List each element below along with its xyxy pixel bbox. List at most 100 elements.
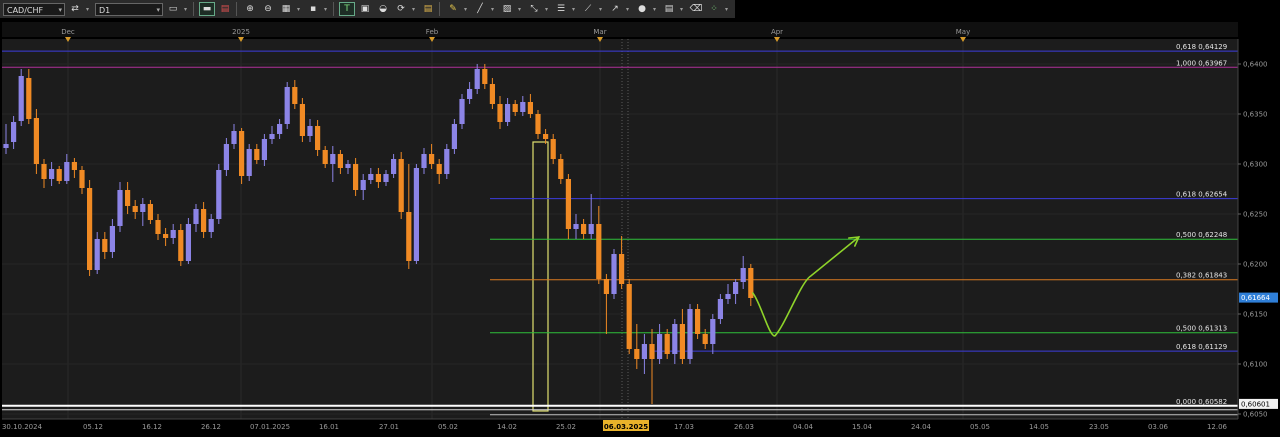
refresh-icon[interactable]: ⟳ <box>393 2 409 16</box>
symbol-select[interactable]: CAD/CHF ▾ <box>3 2 65 16</box>
dropdown-arrow-icon[interactable]: ▾ <box>321 2 330 16</box>
dropdown-arrow-icon[interactable]: ▾ <box>623 2 632 16</box>
chevron-down-icon: ▾ <box>58 5 62 14</box>
candle-body <box>277 124 283 134</box>
candle-body <box>489 84 495 104</box>
month-label: May <box>956 28 970 36</box>
candle-body <box>208 219 214 232</box>
dropdown-arrow-icon[interactable]: ▾ <box>181 2 190 16</box>
date-axis-label: 27.01 <box>379 423 399 431</box>
bar-chart-icon[interactable]: ▬ <box>199 2 215 16</box>
date-axis-label: 25.02 <box>556 423 576 431</box>
dropdown-arrow-icon[interactable]: ▾ <box>409 2 418 16</box>
line-tools-icon[interactable]: ╱ <box>472 2 488 16</box>
dropdown-arrow-icon[interactable]: ▾ <box>294 2 303 16</box>
candle-body <box>596 224 602 279</box>
candle-body <box>345 164 351 168</box>
arrow-tools-icon[interactable]: ↗ <box>607 2 623 16</box>
symbol-value: CAD/CHF <box>7 5 44 15</box>
dropdown-arrow-icon[interactable]: ▾ <box>677 2 686 16</box>
zoom-out-icon[interactable]: ⊖ <box>260 2 276 16</box>
chevron-down-icon: ▾ <box>156 5 160 14</box>
month-label: Feb <box>426 28 439 36</box>
shapes-icon[interactable]: ⟋ <box>580 2 596 16</box>
date-axis-label: 16.01 <box>319 423 339 431</box>
price-axis-label: 0,6350 <box>1243 111 1268 119</box>
candle-chart-icon[interactable]: ▤ <box>217 2 233 16</box>
dropdown-arrow-icon[interactable]: ▾ <box>542 2 551 16</box>
price-axis-label: 0,6050 <box>1243 411 1268 419</box>
candle-body <box>360 180 366 190</box>
candle-body <box>87 188 93 270</box>
dropdown-arrow-icon[interactable]: ▾ <box>722 2 731 16</box>
candle-body <box>56 169 62 181</box>
template-icon[interactable]: ▣ <box>357 2 373 16</box>
dropdown-arrow-icon[interactable]: ▾ <box>461 2 470 16</box>
candle-body <box>611 254 617 294</box>
price-axis-label: 0,6200 <box>1243 261 1268 269</box>
channel-icon[interactable]: ▨ <box>499 2 515 16</box>
marker-icon[interactable]: ▪ <box>305 2 321 16</box>
date-axis-label: 15.04 <box>852 423 873 431</box>
timeframe-select[interactable]: D1 ▾ <box>95 2 163 16</box>
month-label: Apr <box>771 28 783 36</box>
candle-body <box>3 144 9 148</box>
fib-level-label: 0,000 0,60582 <box>1176 398 1227 406</box>
color-icon[interactable]: ▤ <box>420 2 436 16</box>
fibonacci-icon[interactable]: ☰ <box>553 2 569 16</box>
candle-body <box>18 76 24 121</box>
candle-body <box>413 168 419 261</box>
grid-icon[interactable]: ▦ <box>278 2 294 16</box>
candle-body <box>406 212 412 261</box>
text-icon[interactable]: T <box>339 2 355 16</box>
date-axis-label: 14.05 <box>1029 423 1049 431</box>
candle-body <box>307 126 313 136</box>
month-label: Dec <box>61 28 75 36</box>
candle-body <box>588 224 594 234</box>
candle-body <box>11 122 17 142</box>
month-strip <box>2 22 1238 37</box>
candle-body <box>459 99 465 124</box>
candle-body <box>505 104 511 122</box>
price-chart[interactable]: Dec 2025 Feb Mar Apr May 0,618 0,64129 1,000 0… <box>0 18 1280 437</box>
candle-body <box>740 268 746 282</box>
dropdown-arrow-icon[interactable]: ▾ <box>569 2 578 16</box>
lines-list-icon[interactable]: ▤ <box>661 2 677 16</box>
candle-body <box>603 279 609 294</box>
chart-type-icon[interactable]: ▭ <box>165 2 181 16</box>
candle-body <box>26 78 32 119</box>
erase-icon[interactable]: ⌫ <box>688 2 704 16</box>
candle-body <box>132 206 138 212</box>
date-axis-label: 23.05 <box>1089 423 1109 431</box>
month-label: Mar <box>593 28 606 36</box>
gann-icon[interactable]: ⤡ <box>526 2 542 16</box>
candle-body <box>201 209 207 232</box>
candle-body <box>125 190 131 206</box>
candle-body <box>292 87 298 104</box>
dropdown-arrow-icon[interactable]: ▾ <box>488 2 497 16</box>
candle-body <box>49 169 55 179</box>
zoom-in-icon[interactable]: ⊕ <box>242 2 258 16</box>
indicators-icon[interactable]: ◒ <box>375 2 391 16</box>
more-icon[interactable]: ⁘ <box>706 2 722 16</box>
date-axis-label: 07.01.2025 <box>250 423 290 431</box>
candle-body <box>687 309 693 359</box>
pencil-icon[interactable]: ✎ <box>445 2 461 16</box>
dropdown-arrow-icon[interactable]: ▾ <box>83 2 92 16</box>
dropdown-arrow-icon[interactable]: ▾ <box>596 2 605 16</box>
dropdown-arrow-icon[interactable]: ▾ <box>515 2 524 16</box>
candle-body <box>398 159 404 212</box>
new-order-icon[interactable]: ⇄ <box>67 2 83 16</box>
dropdown-arrow-icon[interactable]: ▾ <box>650 2 659 16</box>
candle-body <box>33 118 39 164</box>
price-axis-label: 0,6100 <box>1243 361 1268 369</box>
candle-body <box>664 334 670 354</box>
toolbar-separator <box>333 2 334 16</box>
objects-icon[interactable]: ● <box>634 2 650 16</box>
candle-body <box>634 349 640 359</box>
candle-body <box>322 150 328 164</box>
candle-body <box>679 324 685 359</box>
candle-body <box>109 226 115 252</box>
candle-body <box>353 164 359 190</box>
candle-body <box>619 254 625 284</box>
